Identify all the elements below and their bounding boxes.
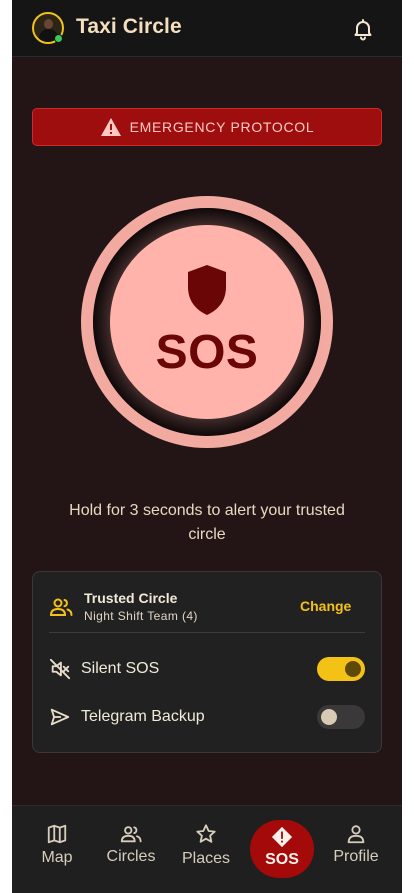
nav-label-circles: Circles: [106, 848, 156, 865]
nav-item-places[interactable]: Places: [169, 806, 243, 886]
nav-item-sos[interactable]: SOS: [250, 820, 314, 878]
emergency-protocol-label: EMERGENCY PROTOCOL: [129, 119, 315, 135]
bottom-navigation: Map Circles Places SOS Profile: [12, 805, 402, 893]
nav-label-profile: Profile: [333, 848, 379, 865]
trusted-circle-subtitle: Night Shift Team (4): [84, 609, 198, 623]
silent-sos-toggle[interactable]: [317, 657, 365, 681]
silent-sos-label: Silent SOS: [81, 660, 160, 677]
sos-button[interactable]: SOS: [110, 225, 304, 419]
emergency-protocol-banner: EMERGENCY PROTOCOL: [32, 108, 382, 146]
sos-button-label: SOS: [155, 326, 259, 379]
card-divider: [49, 632, 365, 633]
volume-off-icon: [49, 658, 71, 680]
trusted-circle-card: Trusted Circle Night Shift Team (4) Chan…: [32, 571, 382, 753]
shield-icon: [188, 265, 226, 315]
nav-label-map: Map: [41, 849, 73, 866]
online-status-dot: [54, 34, 63, 43]
star-icon: [196, 824, 216, 843]
app-title: Taxi Circle: [76, 15, 182, 38]
nav-label-places: Places: [181, 850, 231, 867]
profile-icon: [347, 825, 365, 844]
app-screen: Taxi Circle EMERGENCY PROTOCOL SOS Hold …: [12, 0, 402, 893]
telegram-backup-toggle[interactable]: [317, 705, 365, 729]
bell-icon[interactable]: [351, 17, 375, 41]
telegram-backup-label: Telegram Backup: [81, 708, 205, 725]
send-icon: [50, 708, 70, 726]
nav-item-map[interactable]: Map: [20, 806, 94, 886]
hold-instructions: Hold for 3 seconds to alert your trusted…: [69, 502, 345, 543]
nav-item-profile[interactable]: Profile: [319, 806, 393, 886]
map-icon: [47, 824, 67, 844]
change-circle-button[interactable]: Change: [300, 598, 351, 614]
circles-icon: [120, 826, 142, 843]
warning-triangle-icon: [100, 118, 121, 136]
nav-label-sos: SOS: [265, 851, 299, 868]
group-icon: [49, 598, 73, 616]
sos-alert-icon: [271, 826, 293, 848]
nav-item-circles[interactable]: Circles: [94, 806, 168, 886]
trusted-circle-title: Trusted Circle: [84, 590, 178, 606]
app-bar: Taxi Circle: [12, 0, 402, 57]
